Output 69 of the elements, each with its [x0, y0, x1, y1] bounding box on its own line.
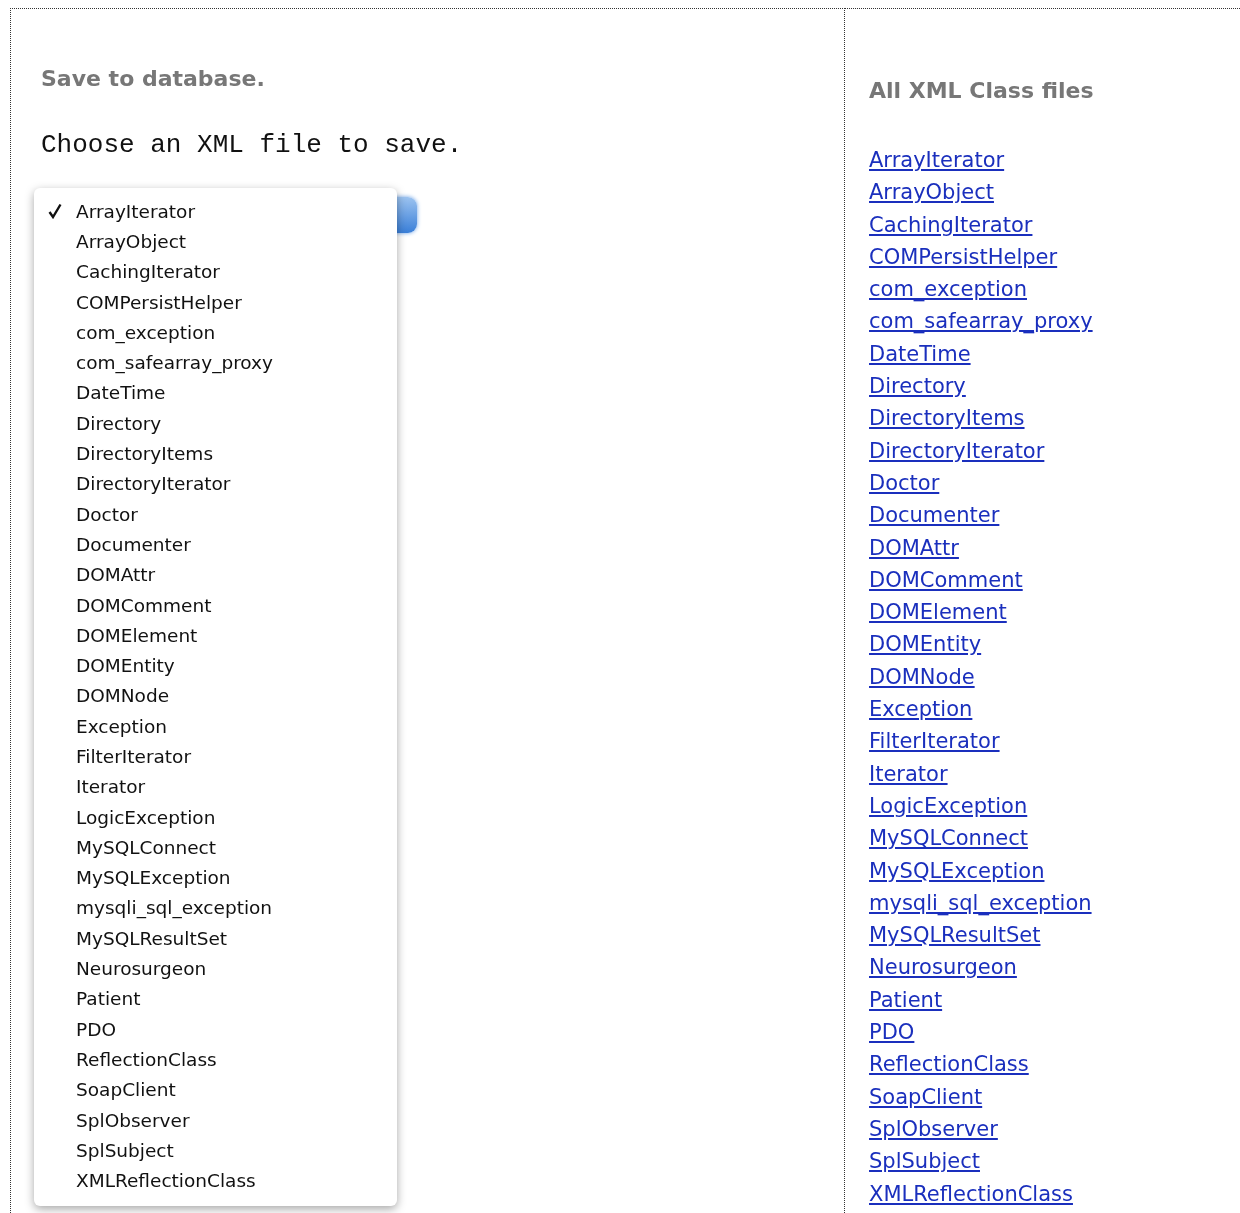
dropdown-option[interactable]: Patient — [76, 988, 141, 1010]
dropdown-option[interactable]: DateTime — [76, 382, 166, 404]
dropdown-option[interactable]: DOMNode — [76, 685, 170, 707]
dropdown-option[interactable]: com_safearray_proxy — [76, 352, 273, 374]
class-link[interactable]: Patient — [869, 987, 943, 1012]
class-link[interactable]: ReflectionClass — [869, 1052, 1029, 1077]
dropdown-option[interactable]: Doctor — [76, 503, 138, 525]
class-link[interactable]: PDO — [869, 1020, 915, 1044]
dropdown-option[interactable]: mysqli_sql_exception — [76, 897, 273, 919]
dropdown-option[interactable]: SplSubject — [76, 1139, 174, 1161]
class-link[interactable]: Doctor — [869, 470, 940, 495]
class-link[interactable]: DOMElement — [869, 600, 1007, 625]
dropdown-option[interactable]: com_exception — [76, 321, 216, 343]
class-link[interactable]: DOMNode — [869, 664, 975, 689]
dropdown-option[interactable]: MySQLResultSet — [76, 927, 228, 949]
class-link[interactable]: Directory — [869, 374, 966, 399]
dropdown-option[interactable]: ArrayIterator — [76, 200, 196, 222]
dropdown-option[interactable]: Exception — [76, 715, 168, 737]
dropdown-option[interactable]: Neurosurgeon — [76, 958, 207, 980]
dropdown-option[interactable]: DOMEntity — [76, 655, 175, 677]
class-link[interactable]: MySQLResultSet — [869, 923, 1041, 948]
class-link[interactable]: SoapClient — [869, 1084, 983, 1109]
class-link[interactable]: DOMComment — [869, 567, 1023, 592]
class-link[interactable]: LogicException — [869, 793, 1028, 818]
dropdown-option[interactable]: MySQLConnect — [76, 836, 216, 858]
dropdown-option[interactable]: XMLReflectionClass — [76, 1170, 256, 1192]
class-link[interactable]: MySQLConnect — [869, 826, 1028, 851]
class-link[interactable]: Documenter — [869, 503, 1000, 528]
class-link[interactable]: CachingIterator — [869, 212, 1033, 237]
class-link[interactable]: MySQLException — [869, 858, 1045, 883]
dropdown-option[interactable]: Iterator — [76, 776, 146, 798]
class-link[interactable]: Exception — [869, 697, 973, 722]
dropdown-option[interactable]: DOMComment — [76, 594, 212, 616]
class-link[interactable]: ArrayIterator — [869, 148, 1005, 172]
dropdown-option[interactable]: PDO — [76, 1018, 116, 1040]
section-heading: Save to database. — [41, 65, 266, 93]
class-link[interactable]: ArrayObject — [869, 180, 994, 205]
dropdown-option[interactable]: DirectoryIterator — [76, 473, 231, 495]
class-link[interactable]: DirectoryItems — [869, 406, 1025, 431]
class-link[interactable]: com_safearray_proxy — [869, 309, 1093, 334]
class-link[interactable]: XMLReflectionClass — [869, 1181, 1073, 1206]
dropdown-option[interactable]: LogicException — [76, 806, 216, 828]
class-link[interactable]: com_exception — [869, 277, 1027, 302]
class-link[interactable]: DateTime — [869, 341, 971, 366]
class-link[interactable]: DOMEntity — [869, 632, 982, 657]
class-link[interactable]: DirectoryIterator — [869, 438, 1045, 463]
class-link[interactable]: FilterIterator — [869, 729, 1000, 754]
class-link[interactable]: SplObserver — [869, 1116, 998, 1141]
dropdown-option[interactable]: FilterIterator — [76, 746, 192, 767]
dropdown-option[interactable]: Documenter — [76, 533, 191, 555]
class-link[interactable]: mysqli_sql_exception — [869, 890, 1092, 915]
class-link[interactable]: COMPersistHelper — [869, 244, 1058, 269]
class-link[interactable]: SplSubject — [869, 1149, 980, 1174]
dropdown-option[interactable]: DirectoryItems — [76, 443, 213, 464]
dropdown-option[interactable]: ArrayObject — [76, 230, 187, 252]
section-heading: All XML Class files — [869, 77, 1095, 105]
instruction-text: Choose an XML file to save. — [41, 130, 464, 160]
dropdown-option[interactable]: SoapClient — [76, 1079, 176, 1101]
dropdown-option[interactable]: COMPersistHelper — [76, 291, 242, 313]
dropdown-option[interactable]: ReflectionClass — [76, 1048, 217, 1070]
dropdown-option[interactable]: DOMAttr — [76, 564, 156, 586]
dropdown-option[interactable]: MySQLException — [76, 867, 231, 889]
dropdown-option[interactable]: DOMElement — [76, 624, 198, 646]
class-link[interactable]: DOMAttr — [869, 535, 959, 560]
dropdown-option[interactable]: CachingIterator — [76, 261, 220, 283]
class-link[interactable]: Iterator — [869, 761, 948, 786]
dropdown-option[interactable]: Directory — [76, 412, 162, 434]
dropdown-option[interactable]: SplObserver — [76, 1109, 190, 1131]
class-link[interactable]: Neurosurgeon — [869, 955, 1017, 980]
